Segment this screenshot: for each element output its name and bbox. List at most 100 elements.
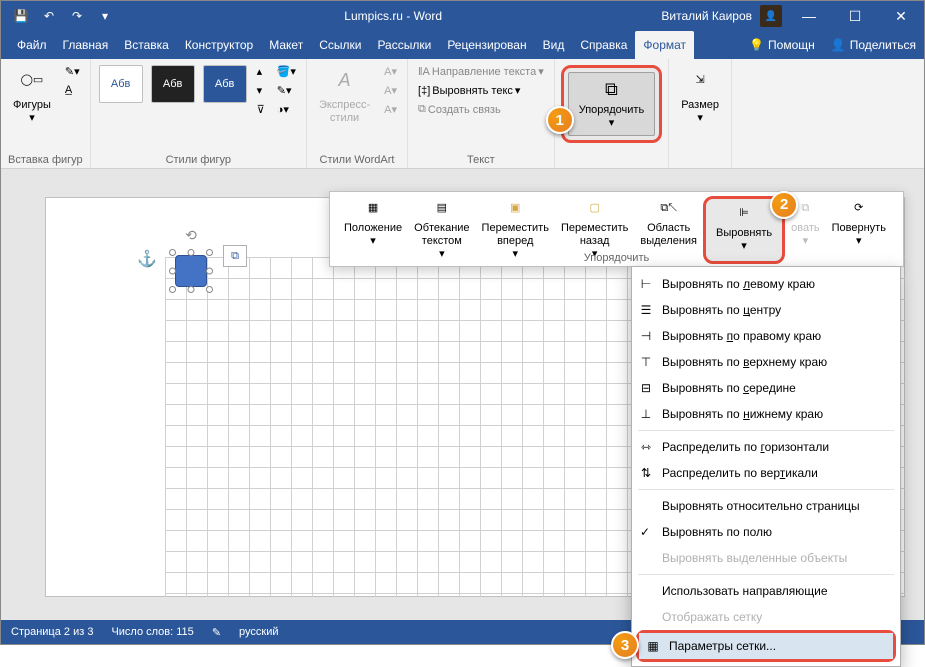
tab-view[interactable]: Вид (535, 31, 573, 59)
style-swatch-3[interactable]: Абв (203, 65, 247, 103)
resize-handle[interactable] (169, 268, 176, 275)
style-gallery-more[interactable]: ⊽ (253, 101, 269, 118)
tab-mailings[interactable]: Рассылки (369, 31, 439, 59)
align-button[interactable]: ⊫ Выровнять▾ (712, 201, 776, 255)
align-text-button[interactable]: [‡] Выровнять текс ▾ (414, 82, 548, 99)
maximize-button[interactable]: ☐ (832, 1, 878, 31)
shapes-button[interactable]: ◯▭ Фигуры▾ (7, 63, 57, 127)
grid-params-icon: ▦ (645, 638, 661, 654)
tab-insert[interactable]: Вставка (116, 31, 177, 59)
text-outline-button[interactable]: A▾ (380, 82, 401, 99)
wrap-text-button[interactable]: ▤ Обтекание текстом▾ (408, 196, 475, 264)
resize-handle[interactable] (188, 286, 195, 293)
resize-handle[interactable] (206, 249, 213, 256)
group-wordart-styles: A Экспресс- стили A▾ A▾ A▾ Стили WordArt (307, 59, 408, 168)
resize-handle[interactable] (206, 286, 213, 293)
create-link-button[interactable]: ⧉ Создать связь (414, 101, 548, 118)
align-middle-icon: ⊟ (638, 380, 654, 396)
status-proofing-icon[interactable]: ✎ (212, 626, 221, 639)
arrange-icon: ⧉ (605, 79, 618, 100)
text-fill-button[interactable]: A▾ (380, 63, 401, 80)
menu-grid-params[interactable]: ▦Параметры сетки... (639, 633, 893, 659)
menu-align-top[interactable]: ⊤Выровнять по верхнему краю (632, 349, 900, 375)
close-button[interactable]: ✕ (878, 1, 924, 31)
avatar[interactable]: 👤 (760, 5, 782, 27)
selected-shape[interactable]: ⟲ (169, 249, 213, 293)
style-gallery-up[interactable]: ▴ (253, 63, 269, 80)
callout-badge-1: 1 (546, 106, 574, 134)
bring-forward-button[interactable]: ▣ Переместить вперед▾ (476, 196, 555, 264)
tab-help[interactable]: Справка (572, 31, 635, 59)
wordart-quick-styles-button[interactable]: A Экспресс- стили (313, 63, 376, 127)
redo-icon[interactable]: ↷ (65, 4, 89, 28)
align-left-icon: ⊢ (638, 276, 654, 292)
shape-effects-button[interactable]: ◑▾ (273, 101, 300, 118)
size-button[interactable]: ⇲ Размер▾ (675, 63, 725, 127)
user-name: Виталий Каиров (661, 9, 752, 23)
rotate-handle-icon[interactable]: ⟲ (185, 227, 197, 244)
share-button[interactable]: 👤 Поделиться (823, 31, 924, 59)
tab-references[interactable]: Ссылки (311, 31, 369, 59)
menu-align-left[interactable]: ⊢Выровнять по левому краю (632, 271, 900, 297)
arrange-button-highlight: ⧉ Упорядочить ▾ 1 (561, 65, 662, 143)
resize-handle[interactable] (206, 268, 213, 275)
save-icon[interactable]: 💾 (9, 4, 33, 28)
menu-distribute-h[interactable]: ⇿Распределить по горизонтали (632, 434, 900, 460)
resize-handle[interactable] (169, 286, 176, 293)
position-button[interactable]: ▦ Положение▾ (338, 196, 408, 264)
tab-home[interactable]: Главная (55, 31, 117, 59)
shape-outline-button[interactable]: ✎▾ (273, 82, 300, 99)
arrange-button[interactable]: ⧉ Упорядочить ▾ (568, 72, 655, 136)
text-effects-button[interactable]: A▾ (380, 101, 401, 118)
menu-align-center[interactable]: ☰Выровнять по центру (632, 297, 900, 323)
tab-layout[interactable]: Макет (261, 31, 311, 59)
rotate-button[interactable]: ⟳ Повернуть▾ (826, 196, 892, 264)
tab-format[interactable]: Формат (635, 31, 694, 59)
arrange-dropdown-panel: ▦ Положение▾ ▤ Обтекание текстом▾ ▣ Пере… (329, 191, 904, 267)
style-swatch-2[interactable]: Абв (151, 65, 195, 103)
status-language[interactable]: русский (239, 626, 278, 638)
text-box-button[interactable]: A̲ (61, 82, 84, 98)
align-right-icon: ⊣ (638, 328, 654, 344)
menu-show-grid: Отображать сетку (632, 604, 900, 630)
align-icon: ⊫ (730, 203, 758, 225)
align-bottom-icon: ⊥ (638, 406, 654, 422)
shape-rectangle[interactable] (175, 255, 207, 287)
menu-align-bottom[interactable]: ⊥Выровнять по нижнему краю (632, 401, 900, 427)
menu-use-guides[interactable]: Использовать направляющие (632, 578, 900, 604)
style-swatch-1[interactable]: Абв (99, 65, 143, 103)
tab-file[interactable]: Файл (9, 31, 55, 59)
edit-shape-button[interactable]: ✎▾ (61, 63, 84, 80)
menu-align-margin[interactable]: Выровнять по полю (632, 519, 900, 545)
menu-align-page[interactable]: Выровнять относительно страницы (632, 493, 900, 519)
text-direction-button[interactable]: ‖A Направление текста ▾ (414, 63, 548, 80)
menu-distribute-v[interactable]: ⇅Распределить по вертикали (632, 460, 900, 486)
align-button-highlight: ⊫ Выровнять▾ 2 (703, 196, 785, 264)
resize-handle[interactable] (169, 249, 176, 256)
grid-params-highlight: ▦Параметры сетки... 3 (636, 630, 896, 662)
layout-options-button[interactable]: ⧉ (223, 245, 247, 267)
tell-me-button[interactable]: 💡 Помощн (741, 31, 823, 59)
user-area[interactable]: Виталий Каиров 👤 (661, 5, 786, 27)
status-word-count[interactable]: Число слов: 115 (111, 626, 193, 638)
arrange-panel-label: Упорядочить (584, 252, 649, 264)
minimize-button[interactable]: — (786, 1, 832, 31)
align-center-icon: ☰ (638, 302, 654, 318)
callout-badge-3: 3 (611, 631, 639, 659)
distribute-h-icon: ⇿ (638, 439, 654, 455)
menu-align-middle[interactable]: ⊟Выровнять по середине (632, 375, 900, 401)
shapes-icon: ◯▭ (16, 65, 48, 97)
tab-review[interactable]: Рецензирован (439, 31, 534, 59)
group-label-text: Текст (414, 152, 548, 166)
menu-align-right[interactable]: ⊣Выровнять по правому краю (632, 323, 900, 349)
resize-handle[interactable] (188, 249, 195, 256)
menu-separator (638, 489, 894, 490)
title-bar: 💾 ↶ ↷ ▾ Lumpics.ru - Word Виталий Каиров… (1, 1, 924, 31)
undo-icon[interactable]: ↶ (37, 4, 61, 28)
wrap-icon: ▤ (428, 198, 456, 220)
status-page[interactable]: Страница 2 из 3 (11, 626, 93, 638)
qat-customize-icon[interactable]: ▾ (93, 4, 117, 28)
shape-fill-button[interactable]: 🪣▾ (273, 63, 300, 80)
style-gallery-down[interactable]: ▾ (253, 82, 269, 99)
tab-design[interactable]: Конструктор (177, 31, 261, 59)
